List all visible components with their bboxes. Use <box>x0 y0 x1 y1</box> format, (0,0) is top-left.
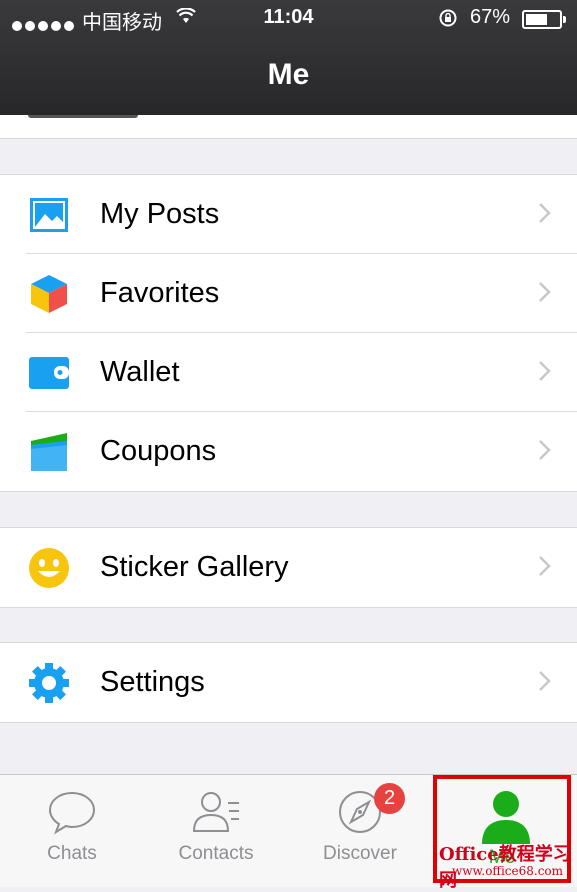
menu-group-main: My Posts Favorites Wallet Coupons <box>0 174 577 492</box>
menu-item-sticker-gallery[interactable]: Sticker Gallery <box>0 528 577 607</box>
chevron-right-icon <box>539 556 551 576</box>
menu-item-label: Settings <box>100 666 205 698</box>
chevron-right-icon <box>539 203 551 223</box>
coupon-icon <box>31 433 67 471</box>
menu-item-label: Wallet <box>100 356 180 388</box>
wallet-icon <box>29 357 69 389</box>
tab-contacts[interactable]: Contacts <box>144 775 288 887</box>
tab-label: Discover <box>323 843 397 864</box>
menu-group-stickers: Sticker Gallery <box>0 527 577 608</box>
notification-badge: 2 <box>374 783 405 814</box>
tab-label: Contacts <box>178 843 254 864</box>
chevron-right-icon <box>539 440 551 460</box>
smiley-icon <box>29 548 69 588</box>
tab-discover[interactable]: 2 Discover <box>288 775 432 887</box>
chat-bubble-icon <box>48 791 96 835</box>
watermark-url: www.office68.com <box>452 864 564 878</box>
menu-item-favorites[interactable]: Favorites <box>0 254 577 333</box>
chevron-right-icon <box>539 361 551 381</box>
status-bar: 中国移动 11:04 67% <box>0 6 577 34</box>
contacts-icon <box>192 792 239 832</box>
menu-item-my-posts[interactable]: My Posts <box>0 175 577 254</box>
chevron-right-icon <box>539 671 551 691</box>
rotation-lock-icon <box>439 9 457 27</box>
battery-icon <box>522 10 566 29</box>
menu-group-settings: Settings <box>0 642 577 723</box>
menu-item-label: Coupons <box>100 435 217 467</box>
tab-chats[interactable]: Chats <box>0 775 144 887</box>
battery-percentage: 67% <box>470 6 511 28</box>
navigation-bar: 中国移动 11:04 67% Me <box>0 0 577 115</box>
avatar <box>28 115 138 118</box>
menu-item-wallet[interactable]: Wallet <box>0 333 577 412</box>
page-title: Me <box>267 58 310 91</box>
menu-item-coupons[interactable]: Coupons <box>0 412 577 491</box>
menu-item-label: My Posts <box>100 198 220 230</box>
tab-label: Chats <box>47 843 97 864</box>
menu-item-label: Favorites <box>100 277 220 309</box>
chevron-right-icon <box>539 282 551 302</box>
menu-item-label: Sticker Gallery <box>100 551 289 583</box>
photo-icon <box>30 198 68 232</box>
profile-header-edge[interactable] <box>0 115 577 139</box>
cube-icon <box>31 275 67 313</box>
menu-item-settings[interactable]: Settings <box>0 643 577 722</box>
gear-icon <box>29 663 69 703</box>
